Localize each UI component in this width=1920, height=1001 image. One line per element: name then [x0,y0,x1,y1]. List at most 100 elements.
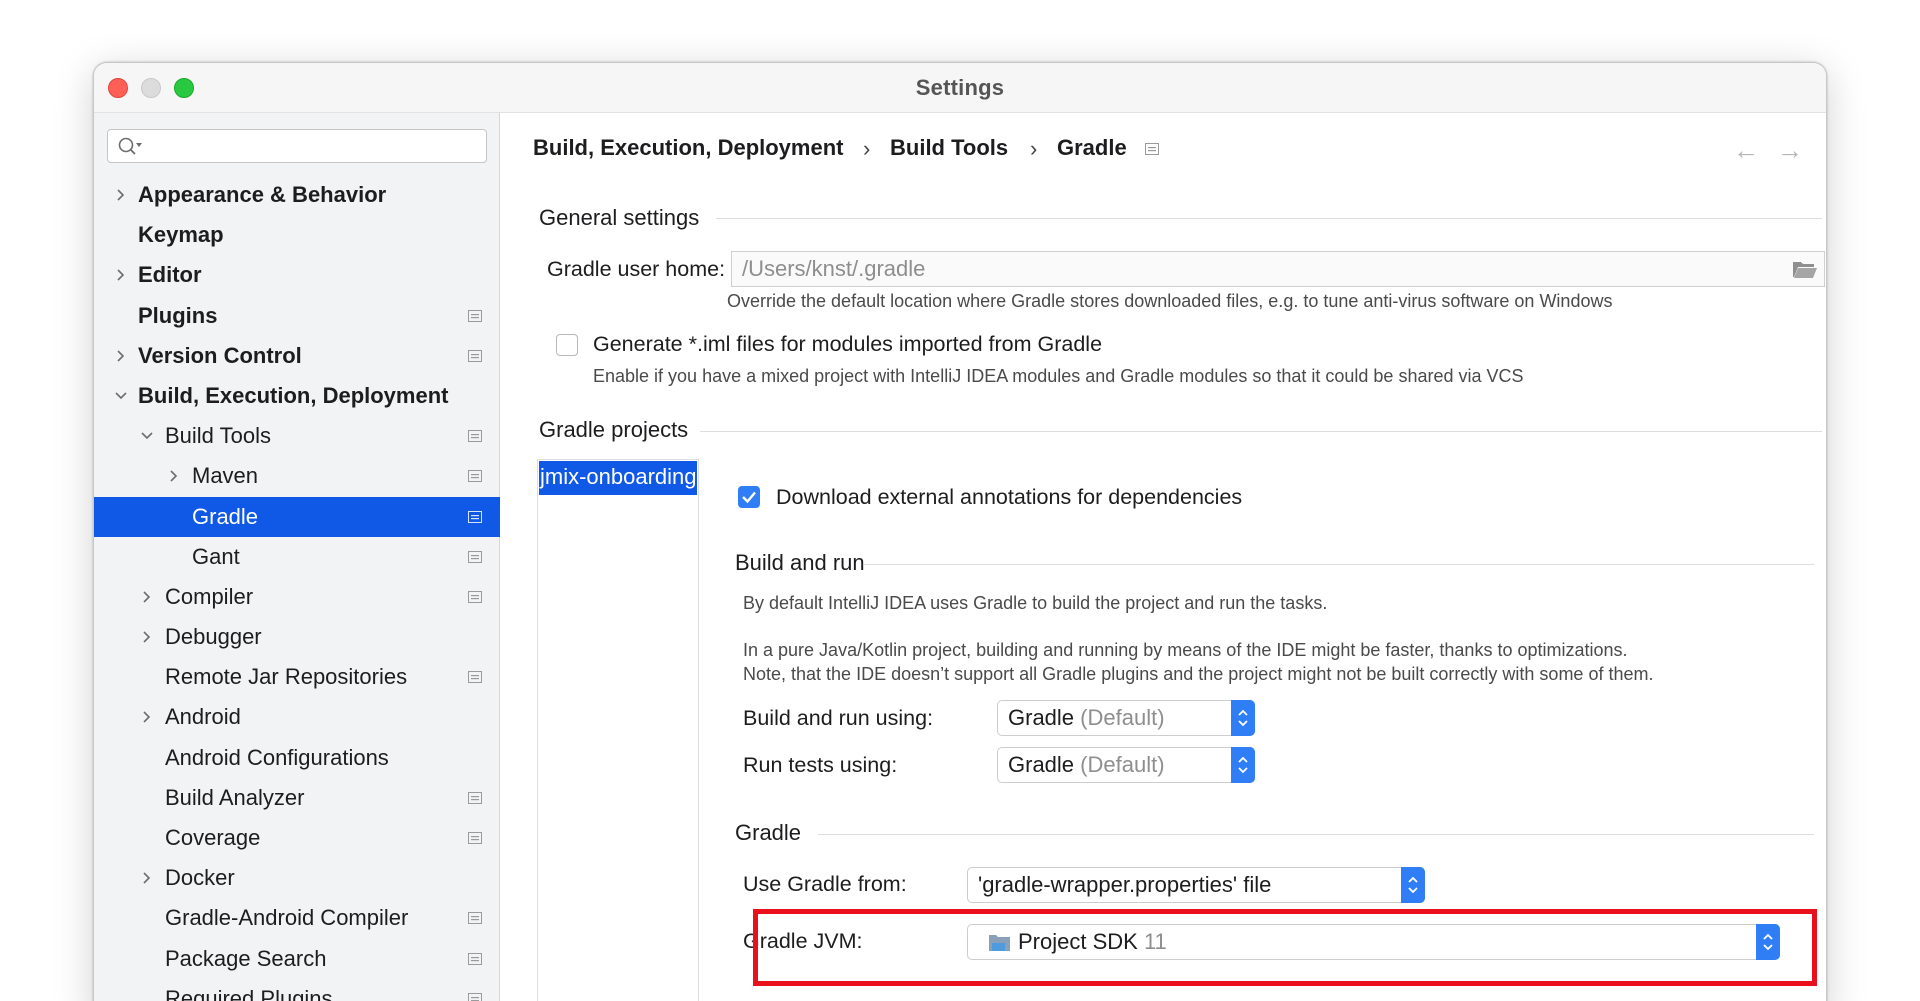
project-level-icon [468,952,482,965]
sidebar-item-label: Editor [138,262,202,288]
sidebar-item-remote-jar-repositories[interactable]: Remote Jar Repositories [94,657,500,697]
chevron-right-icon[interactable] [167,469,181,483]
settings-window: Settings Appearance & Behavior Keymap Ed… [93,62,1827,1001]
sidebar-item-android[interactable]: Android [94,697,500,737]
download-annotations-checkbox[interactable] [738,486,760,508]
sidebar-item-label: Gradle-Android Compiler [165,905,409,931]
sidebar-item-label: Build, Execution, Deployment [138,382,449,408]
general-settings-title: General settings [539,205,700,230]
sidebar-item-label: Docker [165,865,235,891]
checkmark-icon [742,491,756,504]
tests-using-default: (Default) [1080,752,1165,777]
sidebar-item-gant[interactable]: Gant [94,537,500,577]
sidebar-item-label: Build Analyzer [165,784,305,810]
project-level-icon [1145,143,1159,155]
chevron-right-icon[interactable] [140,710,154,724]
chevron-right-icon[interactable] [140,590,154,604]
build-and-run-desc-3: Note, that the IDE doesn’t support all G… [743,664,1654,684]
settings-sidebar: Appearance & Behavior Keymap Editor Plug… [94,113,500,1001]
sidebar-item-label: Package Search [165,945,327,971]
build-using-value: Gradle [1008,705,1075,730]
generate-iml-label[interactable]: Generate *.iml files for modules importe… [593,332,1102,357]
project-level-icon [468,510,482,523]
breadcrumb-item[interactable]: Build Tools [890,135,1008,161]
breadcrumb-item[interactable]: Gradle [1057,135,1127,161]
select-arrows-icon[interactable] [1401,867,1425,903]
sidebar-item-build-tools[interactable]: Build Tools [94,416,500,456]
project-level-icon [468,349,482,362]
gradle-jvm-select[interactable]: Project SDK 11 [967,924,1780,960]
select-arrows-icon[interactable] [1756,924,1780,960]
sidebar-item-package-search[interactable]: Package Search [94,939,500,979]
project-list-item[interactable]: jmix-onboarding [539,461,697,495]
sidebar-item-gradle[interactable]: Gradle [94,496,500,537]
sidebar-item-label: Debugger [165,624,262,650]
sidebar-item-coverage[interactable]: Coverage [94,818,500,858]
build-and-run-desc-2: In a pure Java/Kotlin project, building … [743,640,1628,660]
project-level-icon [468,912,482,925]
sidebar-item-required-plugins[interactable]: Required Plugins [94,979,500,1001]
gradle-user-home-field[interactable]: /Users/knst/.gradle [731,251,1825,287]
sidebar-item-build-execution-deployment[interactable]: Build, Execution, Deployment [94,376,500,416]
chevron-right-icon[interactable] [114,188,128,202]
project-level-icon [468,832,482,844]
chevron-right-icon[interactable] [140,871,154,885]
gradle-user-home-value: /Users/knst/.gradle [742,256,926,281]
sidebar-item-build-analyzer[interactable]: Build Analyzer [94,778,500,818]
settings-tree: Appearance & Behavior Keymap Editor Plug… [94,175,500,1001]
back-arrow-icon[interactable]: ← [1733,135,1759,166]
sdk-folder-icon [989,935,1010,951]
gradle-projects-title: Gradle projects [539,417,689,442]
sidebar-item-docker[interactable]: Docker [94,858,500,898]
generate-iml-hint: Enable if you have a mixed project with … [593,366,1524,386]
sidebar-item-label: Plugins [138,302,218,328]
sidebar-item-keymap[interactable]: Keymap [94,215,500,255]
chevron-down-icon[interactable] [140,429,154,443]
forward-arrow-icon[interactable]: → [1777,135,1803,166]
chevron-down-icon[interactable] [114,389,128,403]
tests-using-select[interactable]: Gradle (Default) [997,747,1255,783]
use-gradle-from-select[interactable]: 'gradle-wrapper.properties' file [967,867,1425,903]
breadcrumb-item[interactable]: Build, Execution, Deployment [533,135,843,161]
project-level-icon [468,470,482,483]
download-annotations-label[interactable]: Download external annotations for depend… [776,485,1242,510]
sidebar-item-label: Version Control [138,342,302,368]
window-title: Settings [915,75,1005,100]
select-arrows-icon[interactable] [1231,700,1255,736]
sidebar-item-plugins[interactable]: Plugins [94,296,500,336]
sidebar-item-label: Maven [192,463,259,489]
use-gradle-from-label: Use Gradle from: [743,872,907,896]
chevron-right-icon[interactable] [140,630,154,644]
sidebar-item-debugger[interactable]: Debugger [94,617,500,657]
sidebar-item-label: Keymap [138,222,224,248]
search-input[interactable] [107,129,487,163]
sidebar-item-appearance-behavior[interactable]: Appearance & Behavior [94,175,500,215]
section-divider [700,431,1822,432]
sidebar-item-label: Appearance & Behavior [138,182,387,207]
sidebar-item-label: Remote Jar Repositories [165,664,408,690]
sidebar-item-label: Compiler [165,583,254,609]
breadcrumb-separator: › [863,136,871,161]
sidebar-item-android-configurations[interactable]: Android Configurations [94,738,500,778]
section-divider [716,218,1822,219]
generate-iml-checkbox[interactable] [556,334,578,356]
chevron-right-icon[interactable] [114,349,128,363]
sidebar-item-version-control[interactable]: Version Control [94,336,500,376]
project-level-icon [468,992,482,1001]
section-divider [863,564,1814,565]
title-bar: Settings [94,63,1826,113]
chevron-right-icon[interactable] [114,268,128,282]
sidebar-item-editor[interactable]: Editor [94,255,500,295]
sidebar-item-maven[interactable]: Maven [94,456,500,496]
tests-using-value: Gradle [1008,752,1075,777]
project-level-icon [468,590,482,603]
sidebar-item-label: Gradle [192,503,259,529]
build-using-select[interactable]: Gradle (Default) [997,700,1255,736]
build-using-label: Build and run using: [743,706,934,730]
sidebar-item-compiler[interactable]: Compiler [94,577,500,617]
folder-icon[interactable] [1792,259,1818,279]
sidebar-item-label: Android Configurations [165,744,389,770]
sidebar-item-gradle-android-compiler[interactable]: Gradle-Android Compiler [94,898,500,938]
select-arrows-icon[interactable] [1231,747,1255,783]
gradle-jvm-version: 11 [1143,929,1167,954]
